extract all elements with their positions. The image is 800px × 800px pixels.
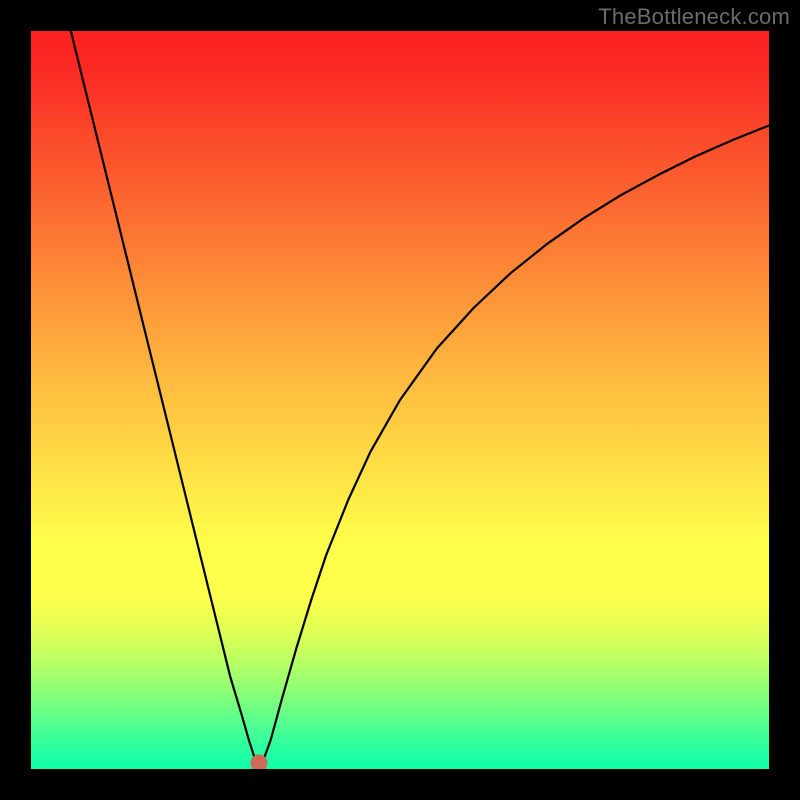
bottleneck-curve <box>71 31 769 765</box>
chart-curve-svg <box>31 31 769 769</box>
optimal-point-marker <box>251 755 268 769</box>
chart-plot-area <box>31 31 769 769</box>
watermark-text: TheBottleneck.com <box>598 4 790 30</box>
